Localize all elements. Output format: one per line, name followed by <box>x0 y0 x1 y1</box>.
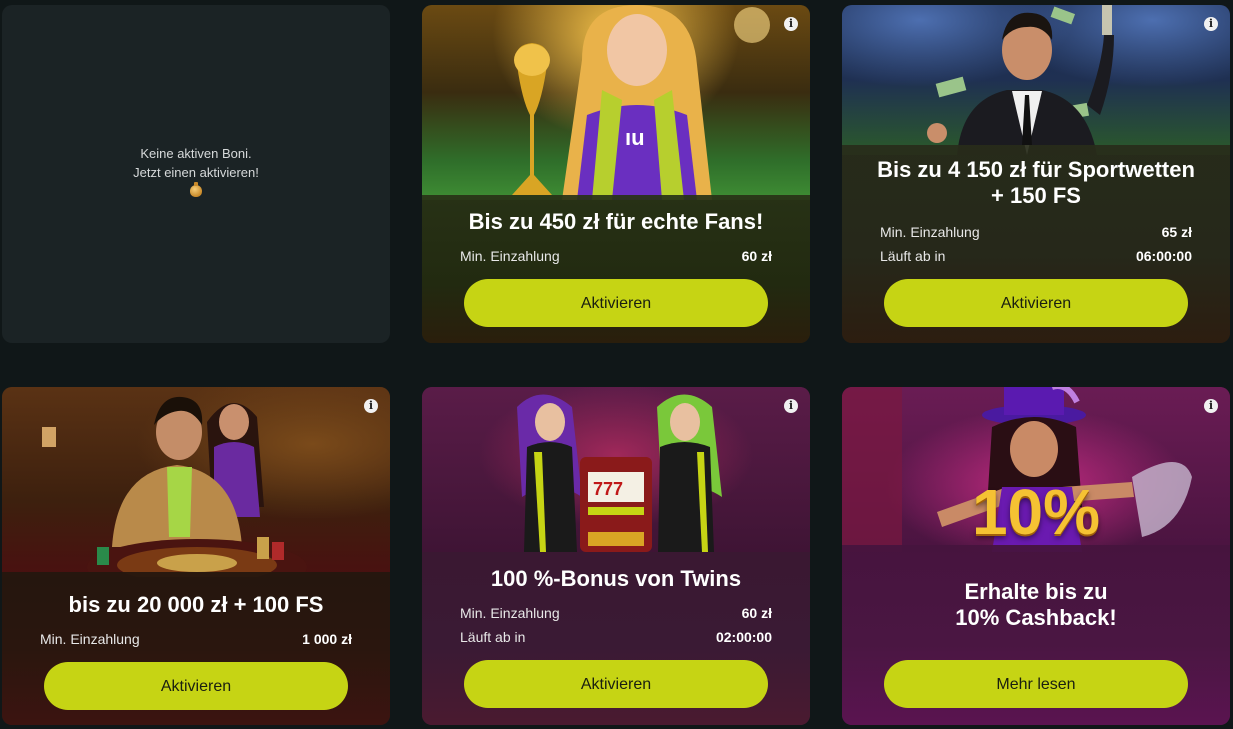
expires-row: Läuft ab in 06:00:00 <box>880 247 1192 265</box>
expires-label: Läuft ab in <box>460 629 526 645</box>
min-deposit-label: Min. Einzahlung <box>460 605 560 621</box>
min-deposit-label: Min. Einzahlung <box>460 248 560 264</box>
businessman-illustration <box>927 5 1114 155</box>
expires-value: 02:00:00 <box>715 629 772 645</box>
empty-state-line2: Jetzt einen aktivieren! <box>133 165 259 180</box>
no-active-bonus-card: Keine aktiven Boni. Jetzt einen aktivier… <box>2 5 390 343</box>
bonus-details-panel: Bis zu 4 150 zł für Sportwetten + 150 FS… <box>842 145 1230 343</box>
bonus-title-line2: + 150 FS <box>991 183 1081 208</box>
info-icon[interactable]: i <box>1204 17 1218 31</box>
info-icon[interactable]: i <box>784 399 798 413</box>
bonus-details-panel: bis zu 20 000 zł + 100 FS Min. Einzahlun… <box>2 572 390 725</box>
info-icon[interactable]: i <box>1204 399 1218 413</box>
min-deposit-row: Min. Einzahlung 65 zł <box>880 223 1192 241</box>
empty-state-line1: Keine aktiven Boni. <box>140 146 252 161</box>
info-icon[interactable]: i <box>364 399 378 413</box>
bonus-image-football-fan: ıu <box>422 5 810 200</box>
activate-button[interactable]: Aktivieren <box>44 662 348 710</box>
min-deposit-row: Min. Einzahlung 1 000 zł <box>40 630 352 648</box>
bonus-title: 100 %-Bonus von Twins <box>490 566 742 591</box>
read-more-button[interactable]: Mehr lesen <box>884 660 1188 708</box>
info-icon[interactable]: i <box>784 17 798 31</box>
bonus-details-panel: Erhalte bis zu 10% Cashback! Mehr lesen <box>842 545 1230 725</box>
twins-slot-illustration: 777 <box>517 394 722 552</box>
money-bag-icon <box>189 182 202 197</box>
bonus-card-twins: 777 i 100 %-Bonus von Twins Min. Einzahl… <box>422 387 810 725</box>
casino-couple-illustration <box>42 396 307 577</box>
expires-label: Läuft ab in <box>880 248 946 264</box>
bonus-image-twins-slot: 777 <box>422 387 810 557</box>
activate-button[interactable]: Aktivieren <box>884 279 1188 327</box>
bonus-details-panel: Bis zu 450 zł für echte Fans! Min. Einza… <box>422 195 810 343</box>
min-deposit-label: Min. Einzahlung <box>880 224 980 240</box>
bonus-title: Bis zu 450 zł für echte Fans! <box>468 209 764 234</box>
bonus-grid: Keine aktiven Boni. Jetzt einen aktivier… <box>0 0 1233 729</box>
bonus-card-roulette: i bis zu 20 000 zł + 100 FS Min. Einzahl… <box>2 387 390 725</box>
bonus-title-line1: Bis zu 4 150 zł für Sportwetten <box>877 157 1195 182</box>
expires-value: 06:00:00 <box>1135 248 1192 264</box>
football-fan-illustration: ıu <box>512 5 770 200</box>
svg-text:ıu: ıu <box>625 125 645 150</box>
ten-percent-art-text: 10% <box>971 476 1101 548</box>
activate-button[interactable]: Aktivieren <box>464 660 768 708</box>
expires-row: Läuft ab in 02:00:00 <box>460 628 772 646</box>
min-deposit-value: 65 zł <box>1161 224 1192 240</box>
min-deposit-value: 1 000 zł <box>302 631 352 647</box>
empty-state-message: Keine aktiven Boni. Jetzt einen aktivier… <box>133 144 259 202</box>
min-deposit-label: Min. Einzahlung <box>40 631 140 647</box>
activate-button[interactable]: Aktivieren <box>464 279 768 327</box>
min-deposit-row: Min. Einzahlung 60 zł <box>460 604 772 622</box>
bonus-card-sports: i Bis zu 4 150 zł für Sportwetten + 150 … <box>842 5 1230 343</box>
min-deposit-value: 60 zł <box>741 248 772 264</box>
bonus-image-casino-couple <box>2 387 390 577</box>
min-deposit-row: Min. Einzahlung 60 zł <box>460 247 772 265</box>
bonus-image-cashback: 10% <box>842 387 1230 552</box>
svg-text:777: 777 <box>593 479 623 499</box>
bonus-details-panel: 100 %-Bonus von Twins Min. Einzahlung 60… <box>422 552 810 725</box>
min-deposit-value: 60 zł <box>741 605 772 621</box>
bonus-card-cashback: 10% i Erhalte bis zu 10% Cashback! Mehr … <box>842 387 1230 725</box>
bonus-image-businessman <box>842 5 1230 155</box>
bonus-title-line2: 10% Cashback! <box>955 605 1117 630</box>
bonus-title: bis zu 20 000 zł + 100 FS <box>68 592 324 617</box>
bonus-card-fans: ıu i Bis zu 450 zł für echte Fans! Min. … <box>422 5 810 343</box>
bonus-title-line1: Erhalte bis zu <box>964 579 1108 604</box>
